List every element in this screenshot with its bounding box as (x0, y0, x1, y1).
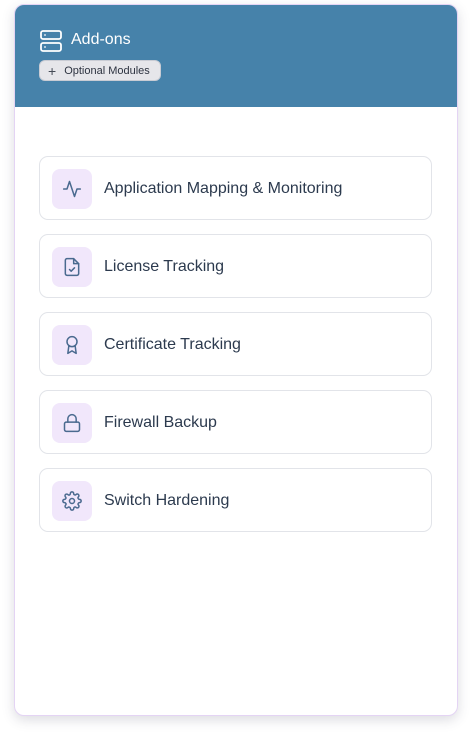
activity-icon (52, 169, 92, 209)
page-title: Add-ons (71, 31, 131, 48)
file-check-icon (52, 247, 92, 287)
addon-item-switch-hardening[interactable]: Switch Hardening (39, 468, 432, 532)
addon-item-label: Switch Hardening (104, 492, 230, 509)
award-icon (52, 325, 92, 365)
addon-item-label: License Tracking (104, 258, 225, 275)
addon-item-certificate-tracking[interactable]: Certificate Tracking (39, 312, 432, 376)
addons-card: Add-ons + Optional Modules Application M… (14, 4, 458, 716)
optional-modules-label: Optional Modules (64, 64, 150, 77)
addon-item-application-mapping[interactable]: Application Mapping & Monitoring (39, 156, 432, 220)
optional-modules-badge[interactable]: + Optional Modules (39, 60, 161, 81)
addon-item-license-tracking[interactable]: License Tracking (39, 234, 432, 298)
addon-item-label: Firewall Backup (104, 414, 217, 431)
card-header: Add-ons + Optional Modules (15, 5, 457, 107)
plus-icon: + (48, 62, 57, 79)
addon-list: Application Mapping & Monitoring License… (39, 156, 432, 546)
lock-icon (52, 403, 92, 443)
gear-icon (52, 481, 92, 521)
addon-item-label: Certificate Tracking (104, 336, 241, 353)
server-icon (39, 29, 63, 53)
addon-item-firewall-backup[interactable]: Firewall Backup (39, 390, 432, 454)
addon-item-label: Application Mapping & Monitoring (104, 180, 343, 197)
